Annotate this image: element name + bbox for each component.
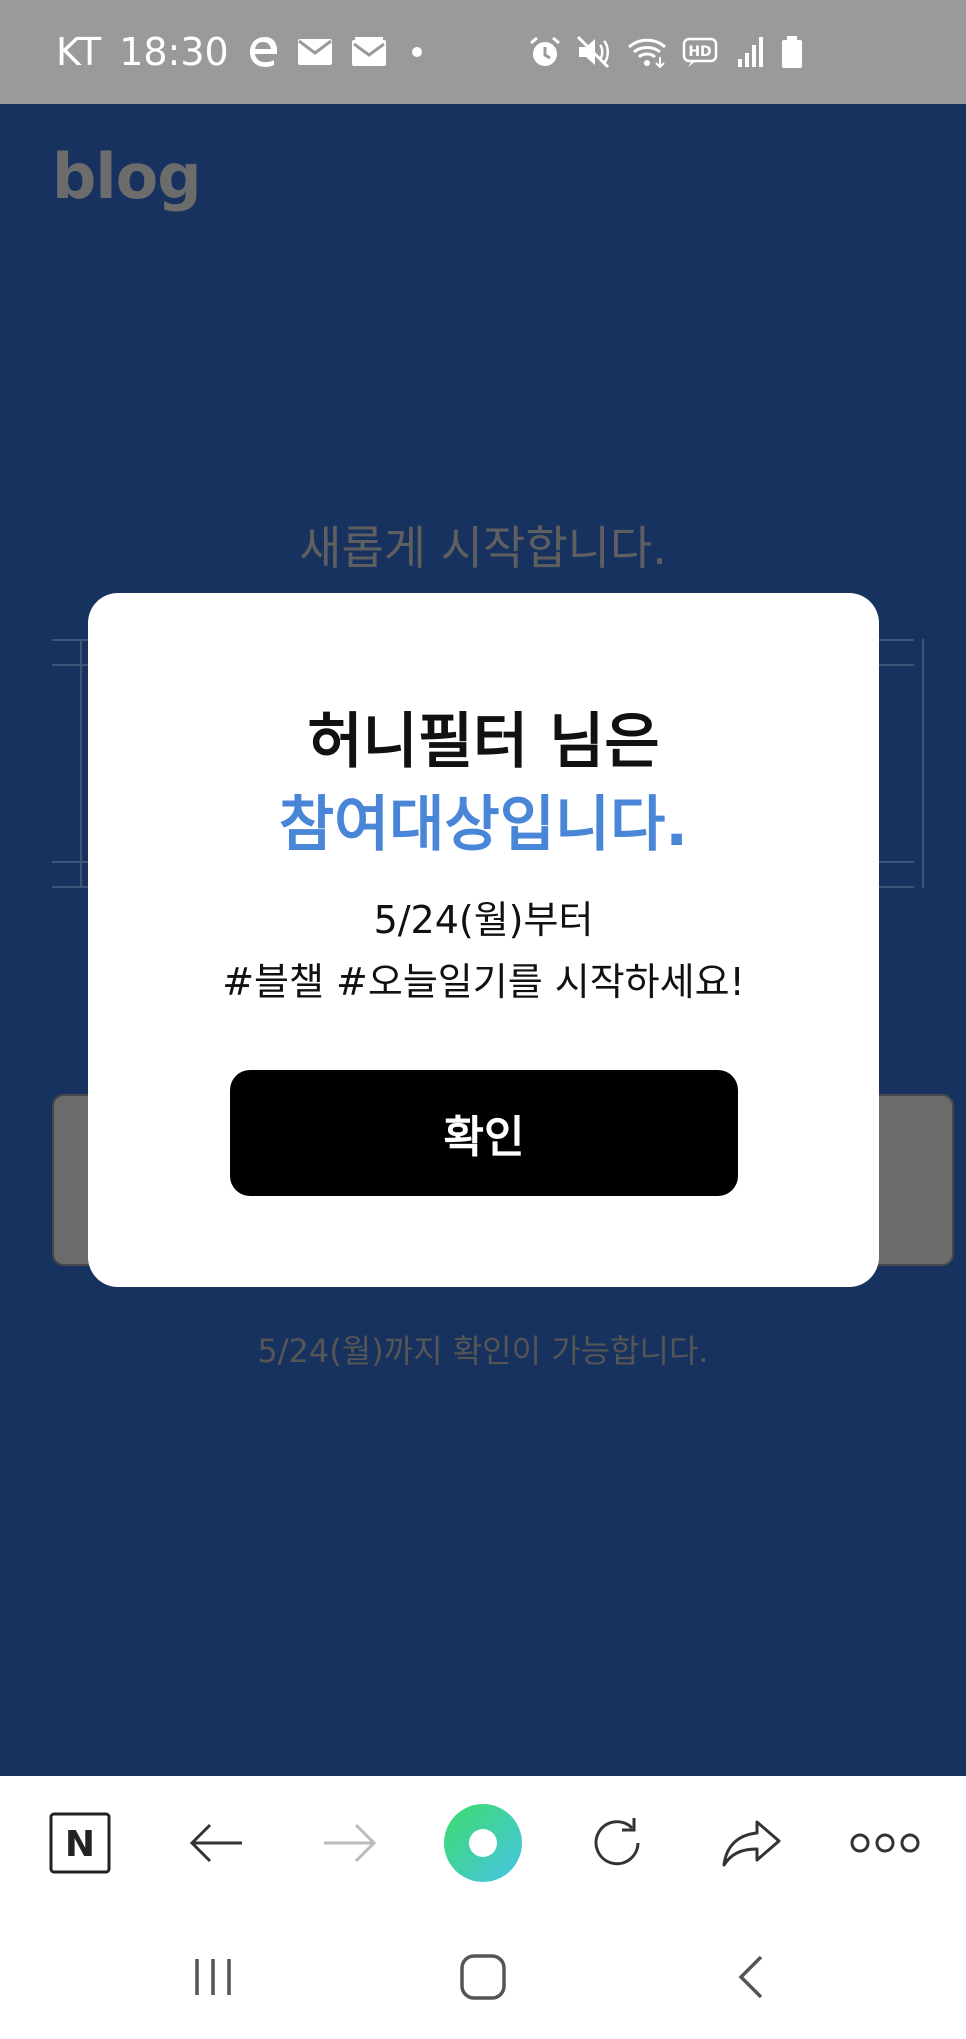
mail-open-icon bbox=[351, 37, 387, 67]
mute-icon bbox=[576, 35, 612, 69]
e-browser-icon bbox=[247, 34, 279, 70]
notice-text: 5/24(월)까지 확인이 가능합니다. bbox=[257, 1332, 709, 1370]
signal-icon bbox=[736, 35, 766, 69]
status-left: KT 18:30 bbox=[56, 0, 429, 104]
system-nav-bar bbox=[0, 1910, 966, 2039]
back-arrow-icon[interactable] bbox=[171, 1798, 261, 1888]
green-orb-icon[interactable] bbox=[438, 1798, 528, 1888]
naver-letter: N bbox=[65, 1824, 95, 1865]
clock: 18:30 bbox=[119, 30, 229, 74]
confirm-button[interactable]: 확인 bbox=[230, 1070, 738, 1196]
mail-icon bbox=[297, 38, 333, 66]
battery-icon bbox=[780, 35, 804, 69]
naver-home-icon[interactable]: N bbox=[35, 1798, 125, 1888]
participation-modal: 허니필터 님은 참여대상입니다. 5/24(월)부터 #블챌 #오늘일기를 시작… bbox=[88, 593, 879, 1287]
forward-arrow-icon[interactable] bbox=[305, 1798, 395, 1888]
share-icon[interactable] bbox=[707, 1798, 797, 1888]
modal-hashtag-message: #블챌 #오늘일기를 시작하세요! bbox=[222, 960, 745, 1004]
back-icon[interactable] bbox=[708, 1932, 798, 2022]
modal-title-name: 허니필터 님은 bbox=[307, 707, 660, 777]
modal-start-date: 5/24(월)부터 bbox=[373, 898, 594, 942]
more-icon[interactable] bbox=[840, 1798, 930, 1888]
refresh-icon[interactable] bbox=[572, 1798, 662, 1888]
wifi-icon bbox=[626, 35, 668, 69]
intro-text: 새롭게 시작합니다. bbox=[299, 521, 667, 575]
home-icon[interactable] bbox=[438, 1932, 528, 2022]
browser-toolbar: N bbox=[0, 1776, 966, 1910]
hd-label: HD bbox=[688, 44, 711, 60]
modal-title-eligible: 참여대상입니다. bbox=[278, 790, 689, 860]
hd-icon: HD bbox=[682, 36, 722, 68]
frame-line-right bbox=[922, 639, 924, 888]
recent-apps-icon[interactable] bbox=[168, 1932, 258, 2022]
dot-icon bbox=[405, 40, 429, 64]
carrier-label: KT bbox=[56, 30, 102, 74]
frame-line-left bbox=[80, 639, 82, 888]
status-bar: KT 18:30 HD bbox=[0, 0, 966, 104]
alarm-icon bbox=[528, 35, 562, 69]
blog-logo: blog bbox=[52, 140, 202, 213]
status-right: HD bbox=[528, 0, 804, 104]
